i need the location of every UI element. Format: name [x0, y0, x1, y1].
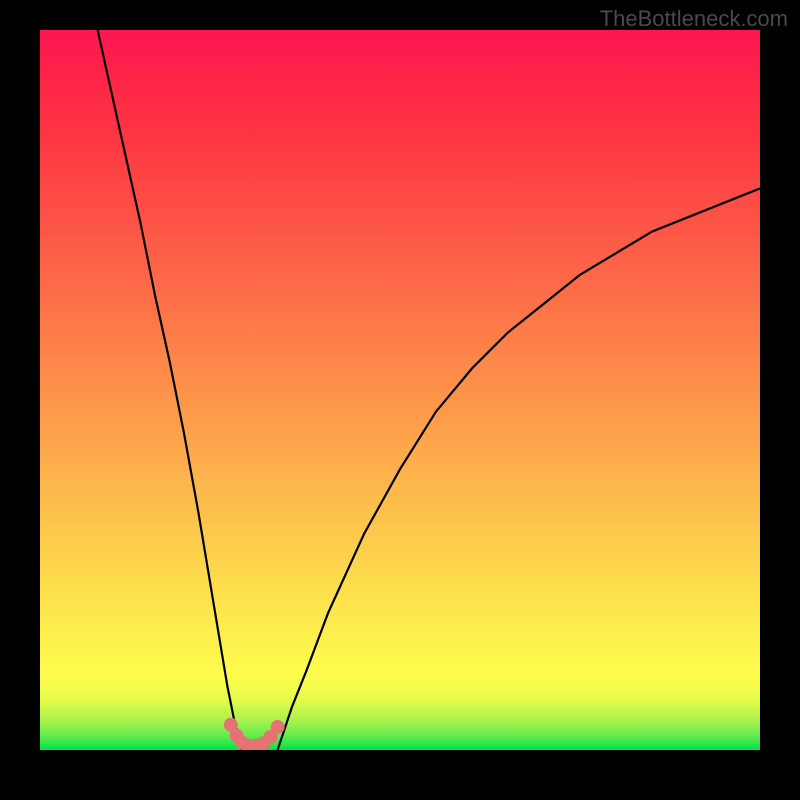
- chart-container: TheBottleneck.com: [0, 0, 800, 800]
- plot-area: [40, 30, 760, 750]
- marker-point: [271, 720, 285, 734]
- left-branch-curve: [98, 30, 242, 750]
- bottom-markers: [224, 718, 285, 750]
- curves-svg: [40, 30, 760, 750]
- watermark-text: TheBottleneck.com: [600, 6, 788, 32]
- right-branch-curve: [278, 188, 760, 750]
